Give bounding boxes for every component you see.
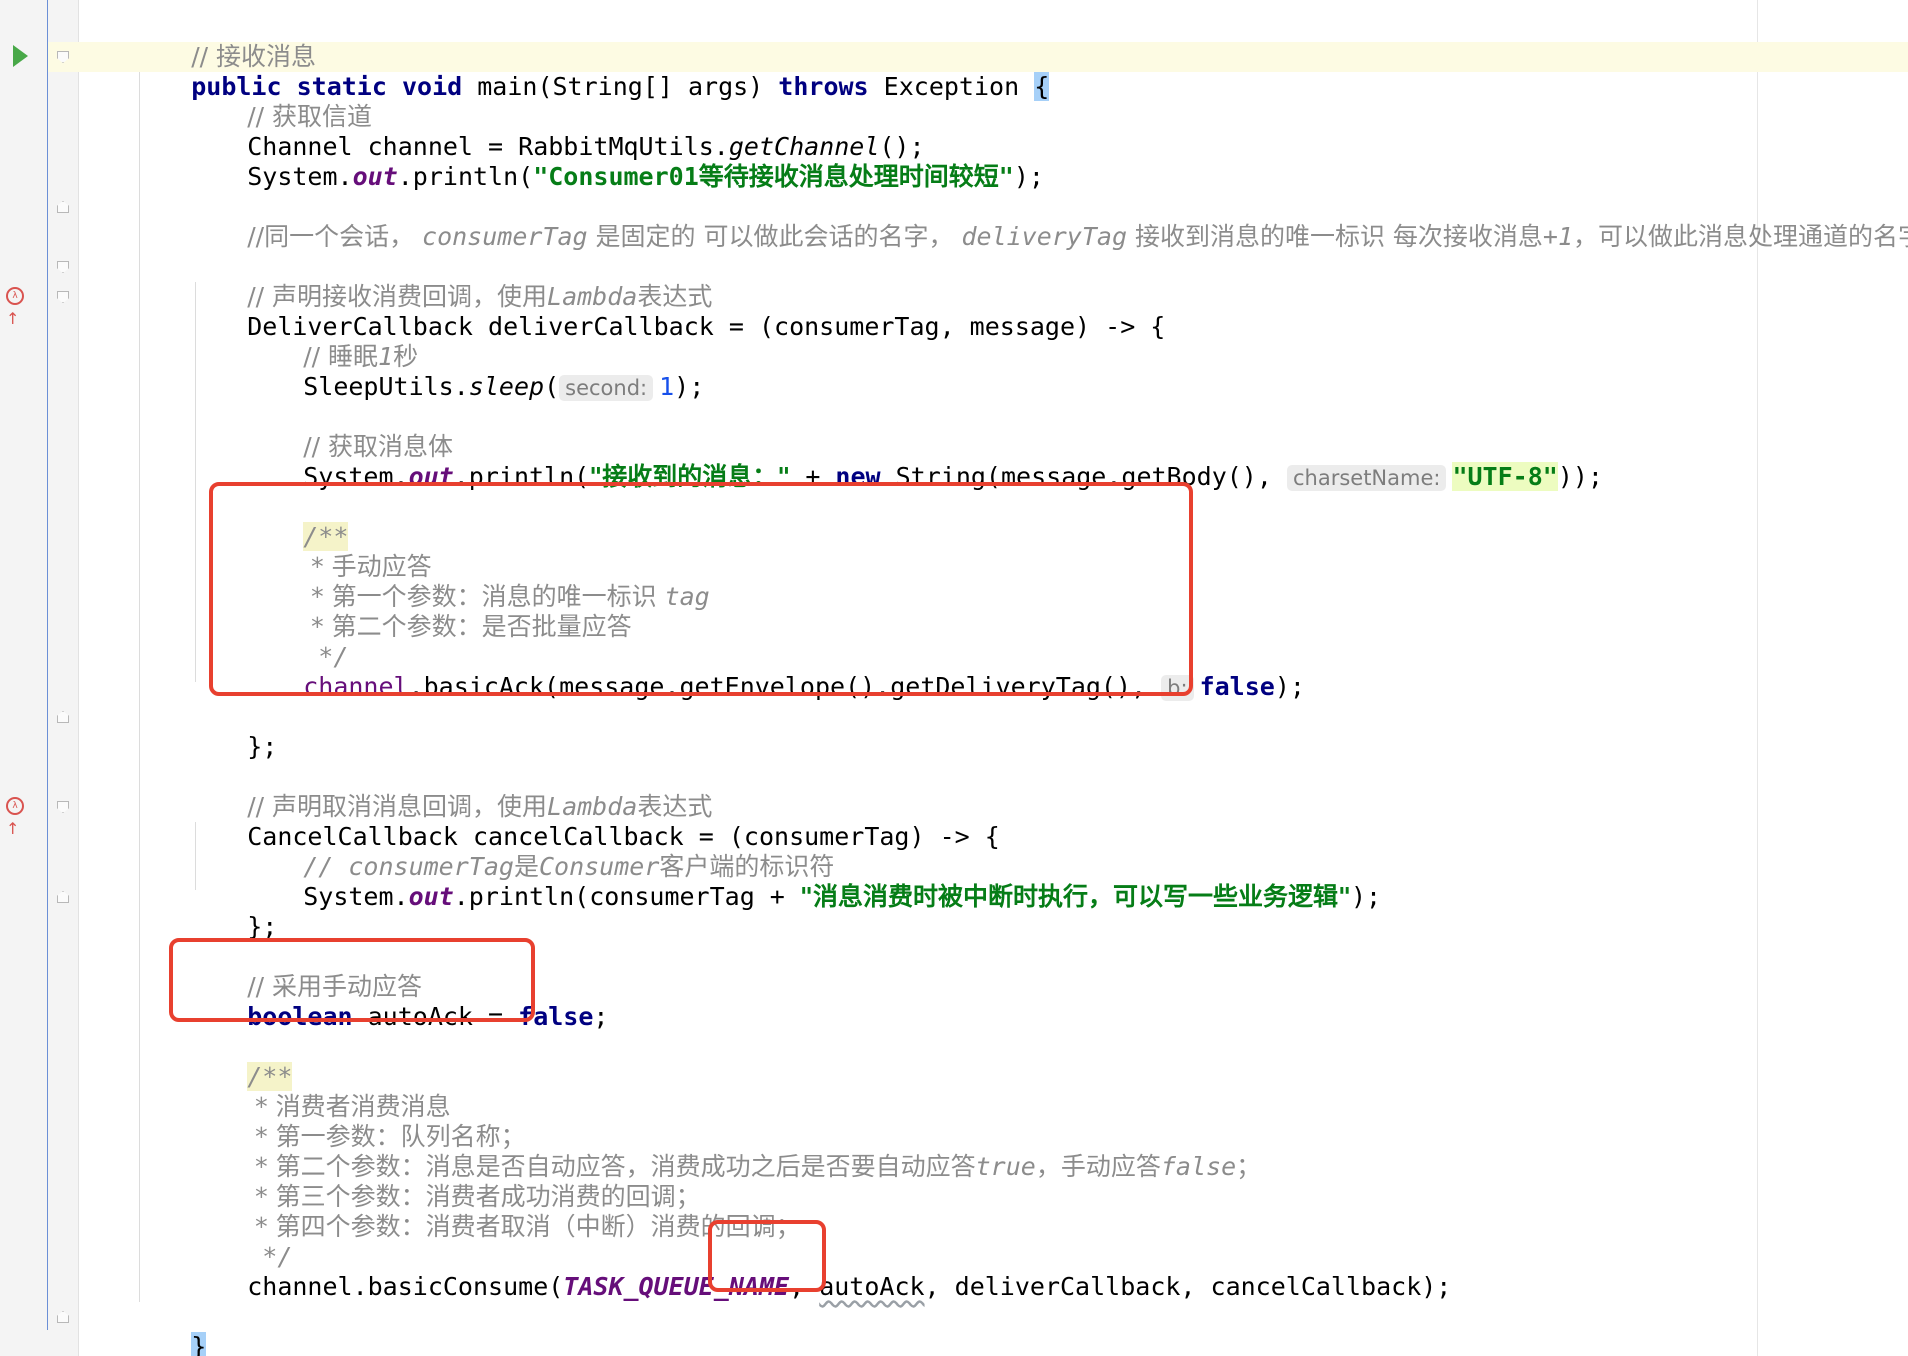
- comment: 是固定的 可以做此会话的名字，: [587, 222, 962, 251]
- code-line-30[interactable]: * 第二个参数：消息是否自动应答，消费成功之后是否要自动应答true，手动应答f…: [187, 1122, 1261, 1181]
- code-line-2[interactable]: public static void main(String[] args) t…: [131, 42, 1050, 101]
- keyword: void: [401, 72, 463, 101]
- comment: consumerTag: [422, 222, 588, 251]
- code-line-21[interactable]: CancelCallback cancelCallback = (consume…: [187, 792, 1000, 851]
- code-line-19[interactable]: };: [187, 702, 277, 761]
- code-line-24[interactable]: };: [187, 882, 277, 941]
- parameter-hint: charsetName:: [1286, 465, 1447, 491]
- code-line-23[interactable]: System.out.println(consumerTag + "消息消费时被…: [243, 852, 1381, 911]
- code-line-12[interactable]: System.out.println("接收到的消息：" + new Strin…: [243, 432, 1603, 491]
- method-signature: main(String[] args): [477, 72, 764, 101]
- comment: //同一个会话，: [247, 222, 423, 251]
- code-line-10[interactable]: SleepUtils.sleep(second: 1);: [243, 342, 704, 401]
- comment: 接收到消息的唯一标识 每次接收消息: [1127, 222, 1543, 251]
- gutter-separator: [47, 0, 48, 1330]
- fold-column-border: [78, 0, 79, 1356]
- run-icon[interactable]: [13, 45, 28, 67]
- code-text: System.: [303, 882, 409, 911]
- code-text: (: [544, 372, 560, 401]
- string-literal: "消息消费时被中断时执行，可以写一些业务逻辑": [799, 882, 1351, 911]
- code-text: );: [1013, 162, 1044, 191]
- code-editor[interactable]: λ↑ λ↑ // 接收消息 public static void main(St…: [0, 0, 1908, 1356]
- code-line-4[interactable]: Channel channel = RabbitMqUtils.getChann…: [187, 102, 924, 161]
- code-text: };: [247, 912, 278, 941]
- keyword: throws: [778, 72, 869, 101]
- editor-gutter[interactable]: [0, 0, 78, 1356]
- keyword: false: [1199, 672, 1275, 701]
- comment: +1: [1542, 222, 1574, 251]
- lambda-override-icon[interactable]: λ↑: [6, 283, 30, 328]
- indent-guide: [139, 72, 140, 1302]
- code-line-8[interactable]: DeliverCallback deliverCallback = (consu…: [187, 282, 1165, 341]
- code-text: ;: [593, 1002, 609, 1031]
- code-line-35[interactable]: }: [131, 1302, 207, 1356]
- matched-brace: {: [1034, 72, 1050, 101]
- code-line-11[interactable]: // 获取消息体: [243, 402, 453, 461]
- highlight-box-auto-ack-argument: [708, 1220, 826, 1292]
- exception-type: Exception: [883, 72, 1020, 101]
- code-line-31[interactable]: * 第三个参数：消费者成功消费的回调；: [187, 1152, 700, 1211]
- code-line-32[interactable]: * 第四个参数：消费者取消（中断）消费的回调；: [187, 1182, 800, 1241]
- code-line-7[interactable]: // 声明接收消费回调，使用Lambda表达式: [187, 252, 712, 311]
- code-text: };: [247, 732, 278, 761]
- string-literal: "Consumer01等待接收消息处理时间较短": [533, 162, 1014, 191]
- code-line-22[interactable]: // consumerTag是Consumer客户端的标识符: [243, 822, 834, 881]
- code-line-9[interactable]: // 睡眠1秒: [243, 312, 418, 371]
- code-line-33[interactable]: */: [187, 1212, 292, 1271]
- number-literal: 1: [659, 372, 675, 401]
- code-text: System.: [247, 162, 353, 191]
- autoack-argument: autoAck: [819, 1272, 925, 1301]
- string-literal: "UTF-8": [1452, 462, 1558, 491]
- code-line-5[interactable]: System.out.println("Consumer01等待接收消息处理时间…: [187, 132, 1044, 191]
- code-text: );: [674, 372, 705, 401]
- doc-comment: ，手动应答: [1035, 1152, 1161, 1181]
- code-text: );: [1274, 672, 1305, 701]
- static-method: sleep: [468, 372, 545, 401]
- static-field: out: [408, 882, 454, 911]
- static-field: out: [352, 162, 398, 191]
- doc-comment: true: [975, 1152, 1036, 1181]
- code-text: channel.basicConsume(: [247, 1272, 564, 1301]
- lambda-override-icon[interactable]: λ↑: [6, 793, 30, 838]
- parameter-hint: second:: [559, 375, 654, 401]
- code-line-28[interactable]: * 消费者消费消息: [187, 1062, 450, 1121]
- matched-brace: }: [191, 1332, 207, 1356]
- code-text: .println(consumerTag +: [453, 882, 800, 911]
- doc-comment: ；: [1236, 1152, 1262, 1181]
- code-line-1[interactable]: // 接收消息: [131, 12, 316, 71]
- code-text: SleepUtils.: [303, 372, 469, 401]
- comment: ，可以做此消息处理通道的名字。: [1573, 222, 1908, 251]
- code-line-27[interactable]: /**: [187, 1032, 293, 1091]
- highlight-box-auto-ack-declaration: [169, 938, 535, 1022]
- comment: deliveryTag: [961, 222, 1128, 251]
- code-text: .println(: [397, 162, 534, 191]
- code-line-20[interactable]: // 声明取消消息回调，使用Lambda表达式: [187, 762, 712, 821]
- code-line-36[interactable]: }: [75, 1332, 150, 1356]
- code-text: );: [1350, 882, 1382, 911]
- code-line-6[interactable]: //同一个会话， consumerTag 是固定的 可以做此会话的名字， del…: [187, 192, 1908, 251]
- code-text: ));: [1557, 462, 1603, 491]
- code-line-29[interactable]: * 第一参数：队列名称；: [187, 1092, 525, 1151]
- highlight-box-basic-ack: [209, 482, 1193, 696]
- code-line-3[interactable]: // 获取信道: [187, 72, 372, 131]
- code-text: , deliverCallback, cancelCallback);: [924, 1272, 1452, 1301]
- doc-comment: false: [1160, 1152, 1237, 1181]
